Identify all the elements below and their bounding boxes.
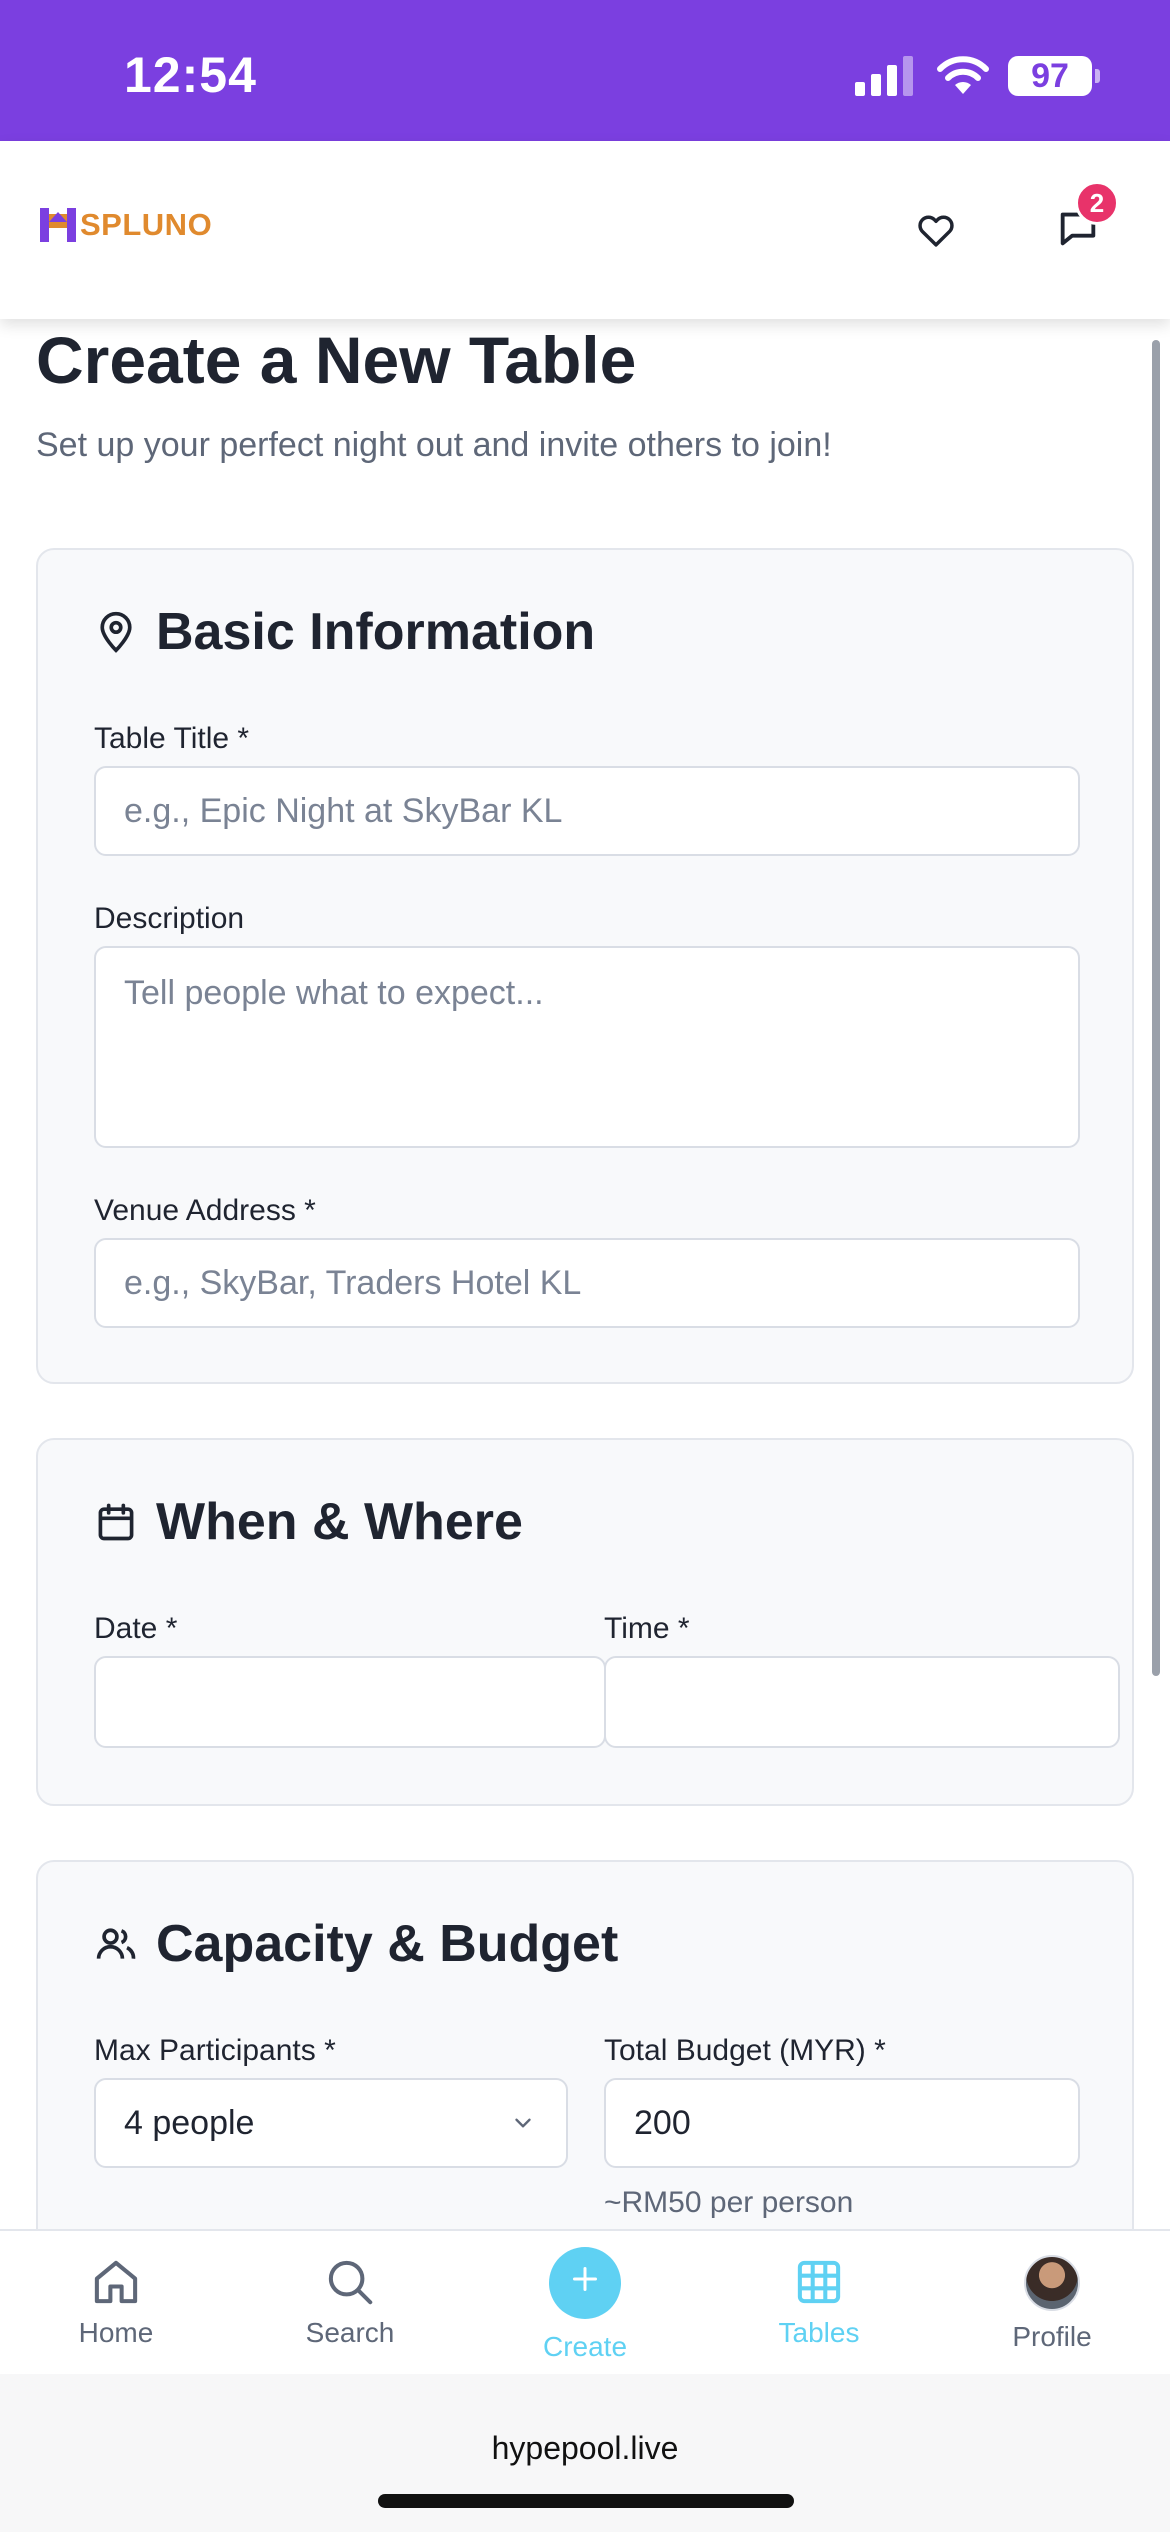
date-input[interactable]	[94, 1656, 606, 1748]
table-title-input[interactable]: e.g., Epic Night at SkyBar KL	[94, 766, 1080, 856]
status-time: 12:54	[124, 47, 257, 103]
chevron-down-icon	[515, 2118, 531, 2128]
total-budget-input[interactable]: 200	[604, 2078, 1080, 2168]
basic-information-card: Basic Information Table Title * e.g., Ep…	[36, 548, 1134, 1384]
nav-profile[interactable]: Profile	[972, 2255, 1132, 2353]
max-participants-value: 4 people	[124, 2103, 255, 2142]
venue-address-input[interactable]: e.g., SkyBar, Traders Hotel KL	[94, 1238, 1080, 1328]
status-bar: 12:54 97	[0, 0, 1170, 141]
total-budget-label: Total Budget (MYR) *	[604, 2034, 886, 2067]
home-icon	[94, 2260, 138, 2304]
app-header: SPLUNO 2	[0, 141, 1170, 319]
max-participants-select[interactable]: 4 people	[94, 2078, 568, 2168]
page-scrollbar[interactable]	[1152, 340, 1160, 1676]
nav-profile-label: Profile	[1012, 2321, 1092, 2352]
battery-indicator: 97	[1008, 56, 1092, 96]
logo-text: SPLUNO	[80, 207, 213, 242]
when-where-card: When & Where Date * Time *	[36, 1438, 1134, 1806]
when-where-title: When & Where	[156, 1493, 523, 1551]
cellular-signal-icon	[855, 56, 913, 96]
table-title-label: Table Title *	[94, 722, 250, 755]
capacity-budget-title: Capacity & Budget	[156, 1915, 619, 1973]
create-button[interactable]	[549, 2247, 621, 2319]
per-person-hint: ~RM50 per person	[604, 2186, 854, 2219]
users-icon	[96, 1928, 136, 1959]
browser-address-bar[interactable]: hypepool.live	[0, 2374, 1170, 2532]
plus-icon	[573, 2267, 597, 2291]
battery-tip	[1095, 69, 1100, 83]
page-title: Create a New Table	[36, 323, 637, 397]
map-pin-icon	[100, 611, 132, 653]
basic-information-heading: Basic Information	[94, 602, 595, 662]
wifi-icon	[937, 56, 989, 94]
basic-information-title: Basic Information	[156, 603, 596, 661]
max-participants-label: Max Participants *	[94, 2034, 336, 2067]
app-logo[interactable]: SPLUNO	[40, 205, 212, 245]
time-label: Time *	[604, 1612, 690, 1645]
calendar-icon	[98, 1503, 134, 1541]
profile-avatar	[1024, 2255, 1080, 2311]
favorites-heart-icon[interactable]	[915, 209, 957, 251]
nav-home[interactable]: Home	[36, 2255, 196, 2349]
capacity-budget-card: Capacity & Budget Max Participants * 4 p…	[36, 1860, 1134, 2280]
capacity-budget-heading: Capacity & Budget	[94, 1914, 618, 1974]
page-subtitle: Set up your perfect night out and invite…	[36, 426, 832, 464]
time-input[interactable]	[604, 1656, 1120, 1748]
nav-create-label: Create	[542, 2331, 628, 2362]
venue-address-label: Venue Address *	[94, 1194, 316, 1227]
notification-badge: 2	[1075, 181, 1119, 225]
logo-mark-icon	[40, 208, 76, 242]
nav-search-label: Search	[305, 2317, 395, 2348]
home-indicator[interactable]	[378, 2494, 794, 2508]
nav-search[interactable]: Search	[270, 2255, 430, 2349]
search-icon	[328, 2260, 373, 2305]
when-where-heading: When & Where	[94, 1492, 523, 1552]
nav-create[interactable]: Create	[505, 2247, 665, 2363]
nav-tables[interactable]: Tables	[739, 2255, 899, 2349]
bottom-navigation: Home Search Create Tables Profile	[0, 2229, 1170, 2374]
nav-tables-label: Tables	[778, 2317, 860, 2348]
browser-url[interactable]: hypepool.live	[0, 2430, 1170, 2467]
nav-home-label: Home	[78, 2317, 154, 2348]
date-label: Date *	[94, 1612, 178, 1645]
description-textarea[interactable]: Tell people what to expect...	[94, 946, 1080, 1148]
grid-icon	[797, 2260, 841, 2304]
description-label: Description	[94, 902, 245, 935]
